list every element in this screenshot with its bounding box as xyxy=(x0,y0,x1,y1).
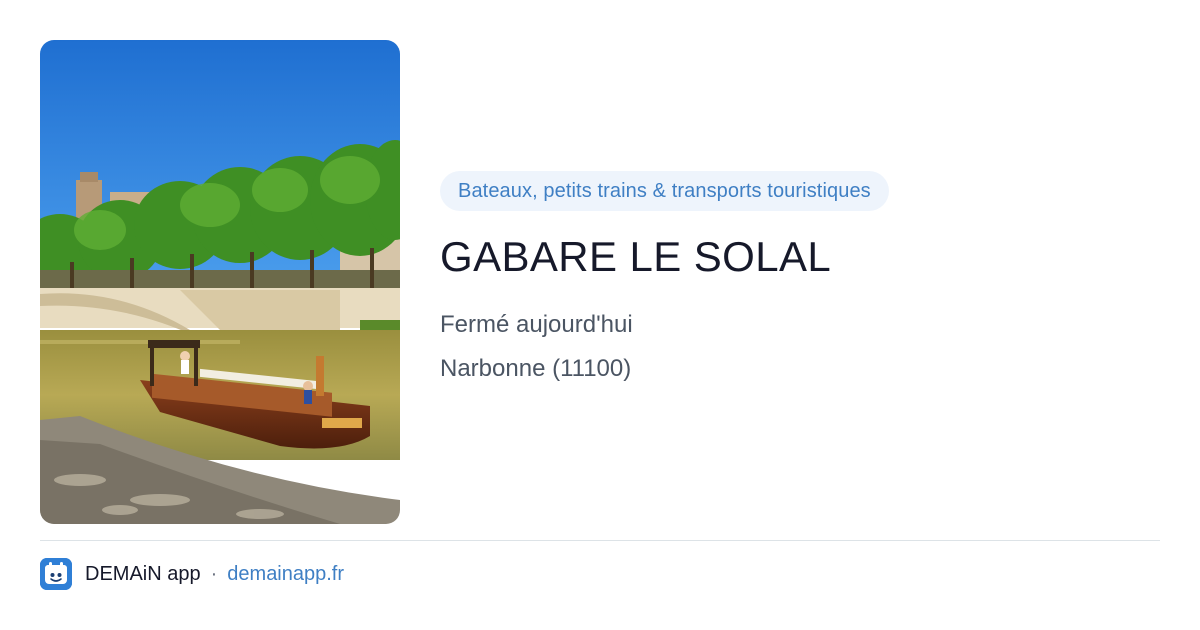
category-badge: Bateaux, petits trains & transports tour… xyxy=(440,171,889,211)
listing-photo xyxy=(40,40,400,524)
demain-app-icon xyxy=(40,558,72,590)
app-domain-link[interactable]: demainapp.fr xyxy=(227,563,344,586)
listing-title: GABARE LE SOLAL xyxy=(440,233,832,280)
app-name: DEMAiN app xyxy=(85,562,201,585)
canal-boat-illustration xyxy=(40,40,400,524)
footer: DEMAiN app · demainapp.fr xyxy=(40,557,344,591)
footer-divider xyxy=(40,540,1160,541)
listing-location: Narbonne (11100) xyxy=(440,355,632,382)
share-card: Bateaux, petits trains & transports tour… xyxy=(0,0,1200,630)
footer-separator: · xyxy=(210,562,218,585)
listing-info: Bateaux, petits trains & transports tour… xyxy=(440,171,1160,385)
opening-status: Fermé aujourd'hui xyxy=(440,311,633,338)
